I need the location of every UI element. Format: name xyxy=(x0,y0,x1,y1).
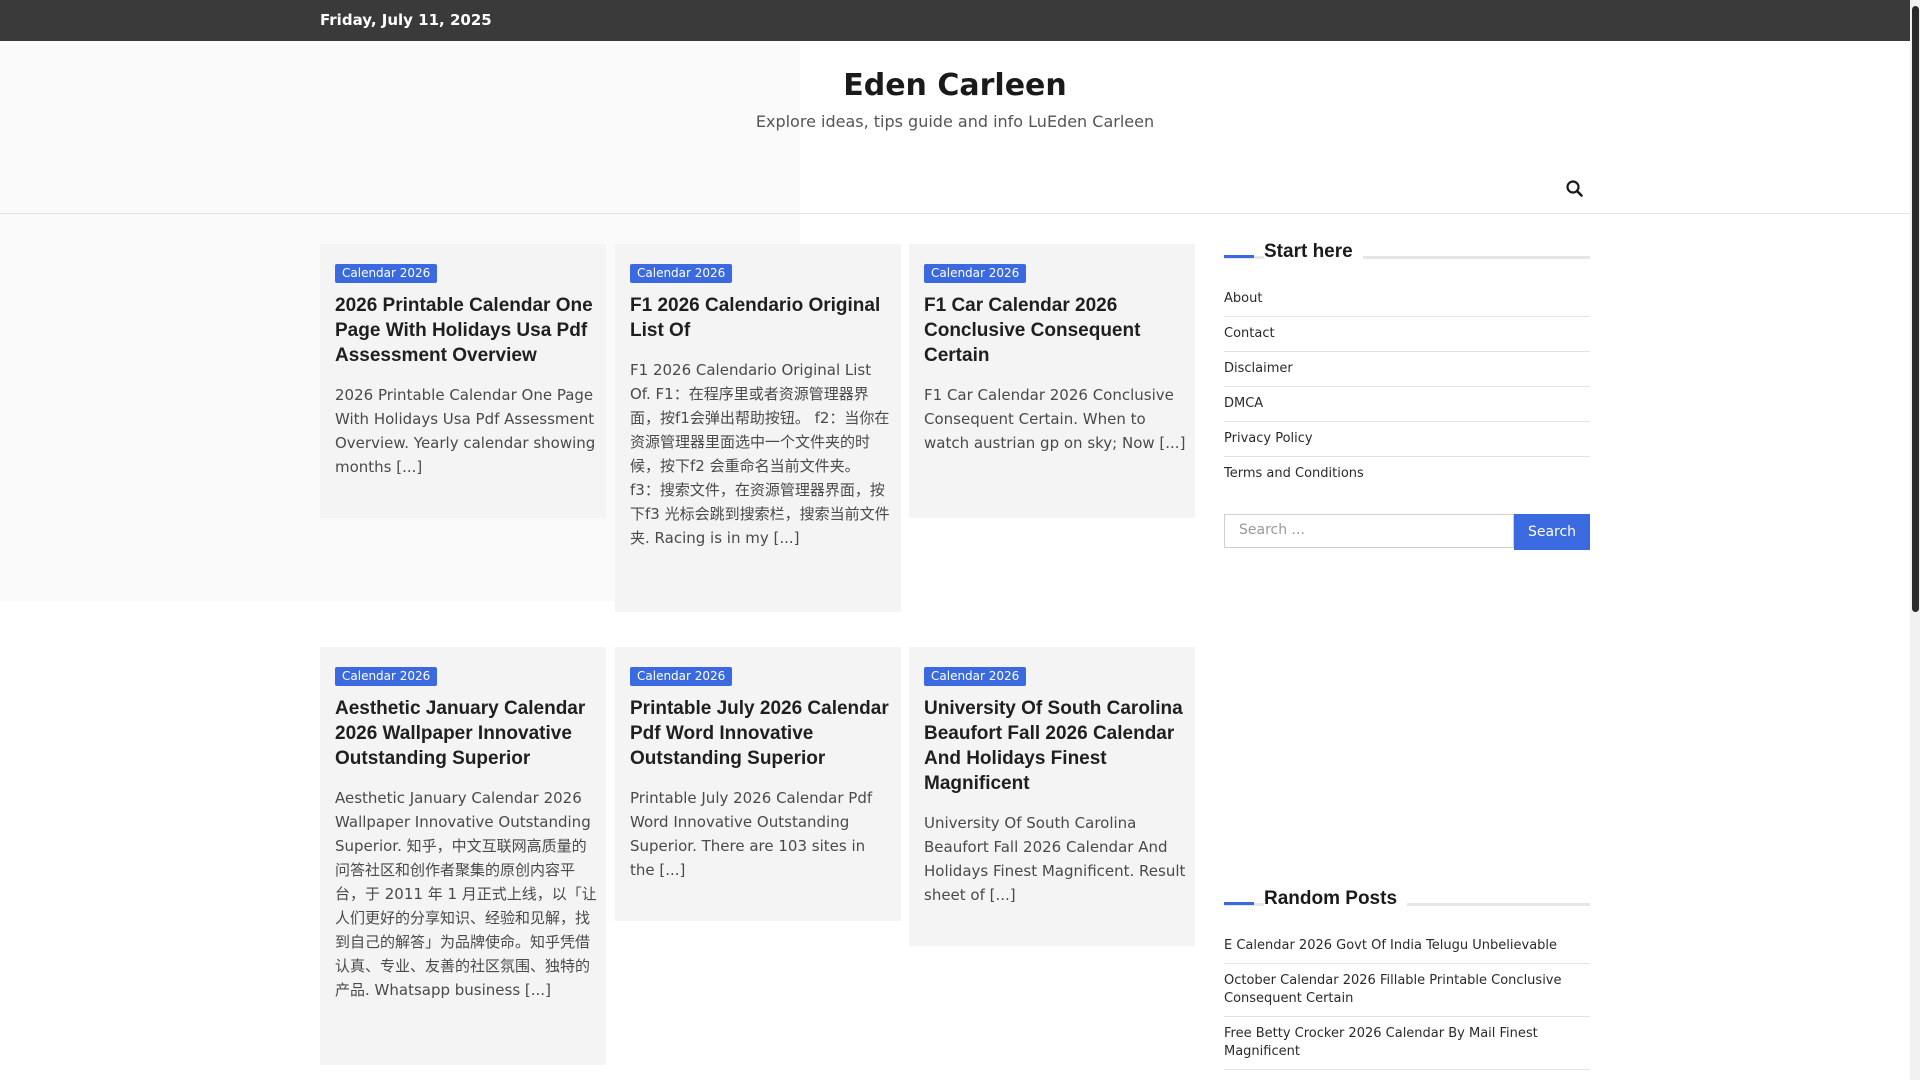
post-card[interactable]: Calendar 2026 2026 Printable Calendar On… xyxy=(320,244,606,518)
post-excerpt: Printable July 2026 Calendar Pdf Word In… xyxy=(630,789,873,879)
post-excerpt: F1 Car Calendar 2026 Conclusive Conseque… xyxy=(924,386,1186,452)
post-title[interactable]: Printable July 2026 Calendar Pdf Word In… xyxy=(630,696,890,771)
random-post-link[interactable]: Free Betty Crocker 2026 Calendar By Mail… xyxy=(1224,1017,1590,1070)
random-post-link[interactable]: October Calendar 2026 Fillable Printable… xyxy=(1224,964,1590,1017)
scrollbar[interactable] xyxy=(1910,0,1920,1080)
scrollbar-thumb[interactable] xyxy=(1912,6,1919,612)
sidebar-link-dmca[interactable]: DMCA xyxy=(1224,387,1590,422)
sidebar-link-about[interactable]: About xyxy=(1224,282,1590,317)
site-description: Explore ideas, tips guide and info LuEde… xyxy=(755,112,1155,131)
site-title[interactable]: Eden Carleen xyxy=(0,68,1910,103)
random-posts-links: E Calendar 2026 Govt Of India Telugu Unb… xyxy=(1224,929,1590,1070)
category-badge[interactable]: Calendar 2026 xyxy=(335,667,438,686)
sidebar-link-contact[interactable]: Contact xyxy=(1224,317,1590,352)
post-card[interactable]: Calendar 2026 F1 2026 Calendario Origina… xyxy=(615,244,901,612)
post-title[interactable]: F1 Car Calendar 2026 Conclusive Conseque… xyxy=(924,293,1184,368)
post-excerpt: University Of South Carolina Beaufort Fa… xyxy=(924,814,1186,904)
widget-title: Start here xyxy=(1264,241,1363,263)
post-title[interactable]: F1 2026 Calendario Original List Of xyxy=(630,293,890,343)
start-here-links: About Contact Disclaimer DMCA Privacy Po… xyxy=(1224,282,1590,491)
sidebar-link-privacy-policy[interactable]: Privacy Policy xyxy=(1224,422,1590,457)
post-title[interactable]: 2026 Printable Calendar One Page With Ho… xyxy=(335,293,595,368)
widget-title: Random Posts xyxy=(1264,888,1408,910)
post-card[interactable]: Calendar 2026 Aesthetic January Calendar… xyxy=(320,647,606,1065)
sidebar-link-disclaimer[interactable]: Disclaimer xyxy=(1224,352,1590,387)
random-post-link[interactable]: E Calendar 2026 Govt Of India Telugu Unb… xyxy=(1224,929,1590,964)
header-divider xyxy=(0,213,1910,214)
search-button[interactable]: Search xyxy=(1514,514,1590,550)
widget-heading-start-here: Start here xyxy=(1224,241,1590,271)
post-title[interactable]: Aesthetic January Calendar 2026 Wallpape… xyxy=(335,696,595,771)
post-card[interactable]: Calendar 2026 University Of South Caroli… xyxy=(909,647,1195,946)
search-input[interactable]: Search ... xyxy=(1224,514,1514,548)
category-badge[interactable]: Calendar 2026 xyxy=(630,667,733,686)
current-date: Friday, July 11, 2025 xyxy=(320,11,492,29)
category-badge[interactable]: Calendar 2026 xyxy=(924,264,1027,283)
heading-accent xyxy=(1224,255,1254,258)
post-excerpt: F1 2026 Calendario Original List Of. F1：… xyxy=(630,361,890,547)
category-badge[interactable]: Calendar 2026 xyxy=(630,264,733,283)
heading-accent xyxy=(1224,902,1254,905)
post-card[interactable]: Calendar 2026 Printable July 2026 Calend… xyxy=(615,647,901,921)
post-excerpt: 2026 Printable Calendar One Page With Ho… xyxy=(335,386,596,476)
post-excerpt: Aesthetic January Calendar 2026 Wallpape… xyxy=(335,789,597,999)
sidebar-link-terms[interactable]: Terms and Conditions xyxy=(1224,457,1590,491)
category-badge[interactable]: Calendar 2026 xyxy=(335,264,438,283)
post-card[interactable]: Calendar 2026 F1 Car Calendar 2026 Concl… xyxy=(909,244,1195,518)
search-icon[interactable] xyxy=(1564,178,1586,200)
post-title[interactable]: University Of South Carolina Beaufort Fa… xyxy=(924,696,1184,796)
widget-heading-random-posts: Random Posts xyxy=(1224,888,1590,918)
top-bar: Friday, July 11, 2025 xyxy=(0,0,1910,41)
category-badge[interactable]: Calendar 2026 xyxy=(924,667,1027,686)
